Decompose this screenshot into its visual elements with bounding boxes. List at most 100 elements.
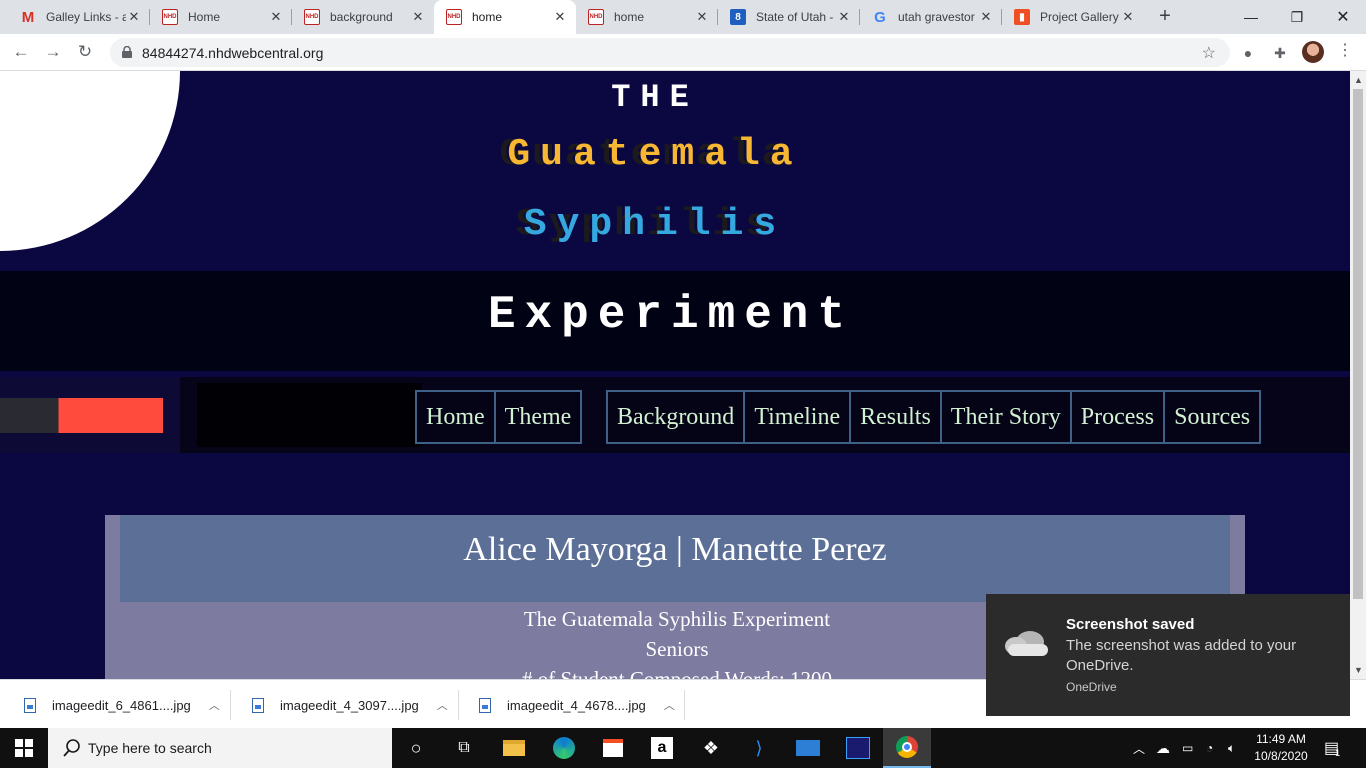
mail-icon[interactable] <box>784 728 832 768</box>
wifi-icon[interactable]: ◔ <box>1206 728 1213 768</box>
dropbox-icon[interactable]: ❖ <box>687 728 735 768</box>
state-icon: 8 <box>730 9 746 25</box>
search-icon <box>63 739 80 757</box>
notification-body: The screenshot was added to your OneDriv… <box>1066 637 1297 674</box>
chevron-up-icon[interactable]: ︿ <box>209 697 220 713</box>
amazon-icon[interactable]: a <box>638 728 686 768</box>
task-view-icon[interactable]: ⧉ <box>440 728 488 768</box>
browser-tab[interactable]: NHD Home ✕ <box>150 0 292 34</box>
gallery-icon: ▮ <box>1014 9 1030 25</box>
cloud-icon <box>1005 631 1048 656</box>
close-window-button[interactable]: ✕ <box>1320 0 1366 34</box>
tray-chevron-icon[interactable]: ︿ <box>1133 728 1145 768</box>
download-item[interactable]: imageedit_4_4678....jpg ︿ <box>455 686 685 724</box>
web-page: THE Guatemala Syphilis Experiment Home T… <box>0 71 1350 679</box>
browser-tab[interactable]: ▮ Project Gallery ✕ <box>1002 0 1144 34</box>
close-icon[interactable]: ✕ <box>1120 9 1136 25</box>
download-filename: imageedit_6_4861....jpg <box>52 697 191 713</box>
forward-button[interactable]: → <box>41 40 65 64</box>
battery-icon[interactable]: ▭ <box>1182 728 1193 768</box>
menu-icon[interactable]: ⋮ <box>1335 41 1355 63</box>
puzzle-icon[interactable]: ✚ <box>1269 42 1291 64</box>
volume-icon[interactable]: 🔈︎ <box>1228 728 1235 768</box>
google-icon: G <box>874 8 886 26</box>
reload-button[interactable]: ↻ <box>73 40 97 64</box>
download-filename: imageedit_4_4678....jpg <box>507 697 646 713</box>
scroll-down-icon[interactable]: ▼ <box>1354 665 1363 675</box>
browser-tab[interactable]: G utah gravestor ✕ <box>860 0 1002 34</box>
title-experiment: Experiment <box>487 289 855 341</box>
close-icon[interactable]: ✕ <box>410 9 426 25</box>
nav-group-secondary: Background Timeline Results Their Story … <box>606 390 1262 444</box>
browser-tab[interactable]: M Galley Links - a ✕ <box>8 0 150 34</box>
windows-start-button[interactable] <box>0 728 48 768</box>
browser-tab[interactable]: 8 State of Utah - ✕ <box>718 0 860 34</box>
nav-their-story[interactable]: Their Story <box>941 392 1072 442</box>
download-item[interactable]: imageedit_4_3097....jpg ︿ <box>228 686 458 724</box>
tab-strip: M Galley Links - a ✕ NHD Home ✕ NHD back… <box>0 0 1366 34</box>
close-icon[interactable]: ✕ <box>694 9 710 25</box>
chevron-up-icon[interactable]: ︿ <box>664 697 675 713</box>
nav-background[interactable]: Background <box>608 392 746 442</box>
vscode-icon[interactable]: ⟩ <box>735 728 783 768</box>
browser-tab-active[interactable]: NHD home ✕ <box>434 0 576 34</box>
nhd-icon: NHD <box>446 9 462 25</box>
new-tab-button[interactable]: + <box>1153 5 1177 29</box>
close-icon[interactable]: ✕ <box>978 9 994 25</box>
title-band: Experiment <box>0 271 1350 371</box>
edge-icon[interactable] <box>540 728 588 768</box>
download-item[interactable]: imageedit_6_4861....jpg ︿ <box>0 686 230 724</box>
close-icon[interactable]: ✕ <box>836 9 852 25</box>
scroll-thumb[interactable] <box>1353 89 1363 599</box>
close-icon[interactable]: ✕ <box>126 9 142 25</box>
nhd-icon: NHD <box>304 9 320 25</box>
nhd-icon: NHD <box>588 9 604 25</box>
clock-time: 11:49 AM <box>1256 732 1306 746</box>
taskbar: Type here to search ○ ⧉ a ❖ ⟩ ︿ ☁ ▭ ◔ 🔈︎… <box>0 728 1366 768</box>
amazon-music-icon[interactable] <box>834 728 882 768</box>
profile-avatar[interactable] <box>1302 41 1324 63</box>
tab-title: Galley Links - a <box>46 10 126 24</box>
restore-button[interactable]: ❐ <box>1274 0 1320 34</box>
browser-toolbar: ← → ↻ 84844274.nhdwebcentral.org ☆ ● ✚ <box>0 34 1366 71</box>
tab-title: background <box>330 10 393 24</box>
minimize-button[interactable]: — <box>1228 0 1274 34</box>
chrome-icon[interactable] <box>883 728 931 768</box>
address-bar[interactable]: 84844274.nhdwebcentral.org ☆ <box>110 38 1230 67</box>
extension-icon[interactable]: ● <box>1237 42 1259 64</box>
chevron-up-icon[interactable]: ︿ <box>437 697 448 713</box>
onedrive-notification[interactable]: Screenshot saved The screenshot was adde… <box>986 594 1350 716</box>
store-icon[interactable] <box>589 728 637 768</box>
gmail-icon: M <box>21 8 35 26</box>
nav-timeline[interactable]: Timeline <box>745 392 852 442</box>
close-icon[interactable]: ✕ <box>552 9 568 25</box>
scroll-up-icon[interactable]: ▲ <box>1354 75 1363 85</box>
back-button[interactable]: ← <box>9 40 33 64</box>
bookmark-star-icon[interactable]: ☆ <box>1202 43 1216 63</box>
browser-tab[interactable]: NHD background ✕ <box>292 0 434 34</box>
system-clock[interactable]: 11:49 AM 10/8/2020 <box>1248 731 1314 765</box>
notification-center-icon[interactable]: ▤ 1 <box>1324 728 1340 768</box>
browser-tab[interactable]: NHD home ✕ <box>576 0 718 34</box>
nav-results[interactable]: Results <box>851 392 942 442</box>
nav-home[interactable]: Home <box>417 392 496 442</box>
download-filename: imageedit_4_3097....jpg <box>280 697 419 713</box>
file-explorer-icon[interactable] <box>490 728 538 768</box>
lock-icon <box>122 46 132 58</box>
tab-title: Home <box>188 10 221 24</box>
nav-sources[interactable]: Sources <box>1165 392 1260 442</box>
nav-theme[interactable]: Theme <box>495 392 581 442</box>
title-the: THE <box>611 79 699 116</box>
cortana-icon[interactable]: ○ <box>392 728 440 768</box>
title-syphilis: Syphilis <box>523 203 787 246</box>
nav-process[interactable]: Process <box>1071 392 1166 442</box>
taskbar-search[interactable]: Type here to search <box>48 728 392 768</box>
page-scrollbar[interactable]: ▲ ▼ <box>1350 71 1366 679</box>
notification-title: Screenshot saved <box>1066 616 1195 633</box>
tab-title: home <box>472 10 503 24</box>
close-icon[interactable]: ✕ <box>268 9 284 25</box>
panel-header: Alice Mayorga | Manette Perez <box>120 515 1230 602</box>
title-guatemala: Guatemala <box>507 133 803 176</box>
onedrive-tray-icon[interactable]: ☁ <box>1156 728 1170 768</box>
nhd-icon: NHD <box>162 9 178 25</box>
